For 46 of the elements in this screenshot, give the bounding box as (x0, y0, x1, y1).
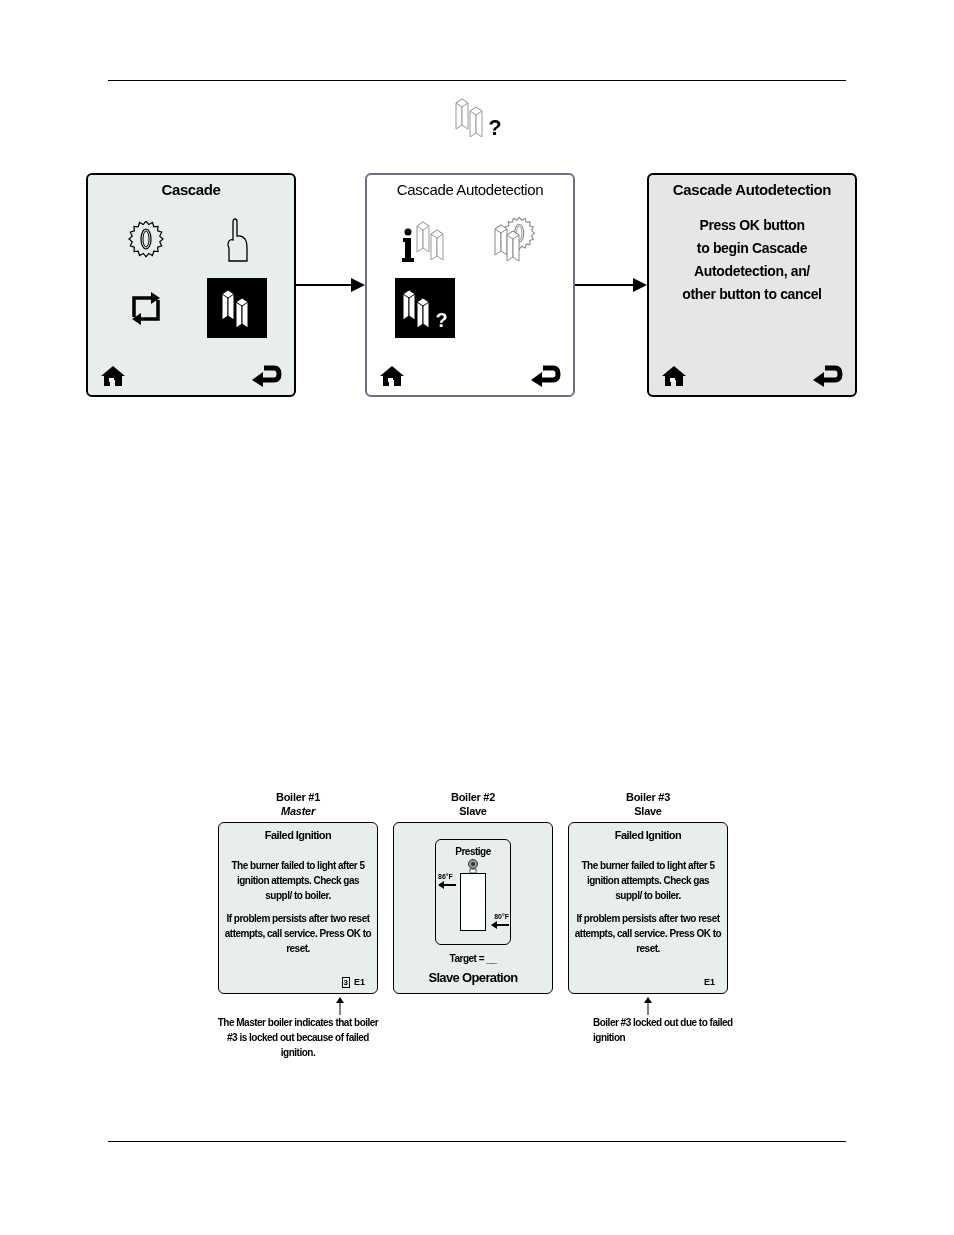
fault-message: If problem persists after two reset attempts, call service. Press OK to reset. (223, 911, 373, 956)
annotation: Boiler #3 locked out due to failed ignition (593, 1016, 733, 1045)
home-icon[interactable] (661, 365, 687, 387)
error-code: E1 (354, 975, 365, 989)
screen-title: Cascade (160, 180, 222, 200)
screen-title: Cascade Autodetection (671, 180, 833, 200)
cycle-arrows-icon (129, 290, 162, 325)
target-reading: Target = __ (449, 952, 497, 966)
boiler-name: Boiler #3 (626, 790, 670, 804)
back-icon[interactable] (529, 363, 561, 387)
boiler-drawing (460, 873, 486, 931)
question-mark: ? (435, 309, 448, 330)
menu-option[interactable] (206, 277, 267, 338)
pointing-hand-icon (224, 217, 249, 262)
boiler-role: Slave (459, 804, 487, 818)
boiler-role: Master (281, 804, 315, 818)
screen-title: Failed Ignition (614, 828, 682, 843)
menu-option[interactable]: ? (394, 277, 455, 338)
back-icon[interactable] (811, 363, 843, 387)
fault-message: If problem persists after two reset attempts, call service. Press OK to reset. (573, 911, 723, 956)
operation-mode: Slave Operation (428, 969, 518, 987)
screen-title: Cascade Autodetection (395, 180, 545, 200)
fault-message: The burner failed to light after 5 ignition attempts. Check gas suppl/ to boiler. (580, 858, 716, 903)
panel-title: Prestige (455, 845, 491, 859)
boiler-name: Boiler #2 (451, 790, 495, 804)
home-icon[interactable] (379, 365, 405, 387)
outlet-arrow (438, 881, 456, 889)
message-line: to begin Cascade (696, 238, 808, 258)
error-code: E1 (704, 975, 715, 989)
burner-icon (467, 859, 479, 873)
boiler-name: Boiler #1 (276, 790, 320, 804)
boiler-role: Slave (634, 804, 662, 818)
pointer-arrow (644, 997, 652, 1015)
locked-boiler-indicator: 3 (341, 976, 350, 988)
fault-message: The burner failed to light after 5 ignition attempts. Check gas suppl/ to boiler. (230, 858, 366, 903)
gear-icon (127, 220, 164, 259)
info-icon (400, 227, 415, 262)
message-line: Press OK button (699, 215, 805, 235)
message-line: other button to cancel (682, 284, 822, 304)
pointer-arrow (336, 997, 344, 1015)
message-line: Autodetection, an/ (694, 261, 810, 281)
screen-title: Failed Ignition (264, 828, 332, 843)
annotation: The Master boiler indicates that boiler #3 is locked out because of failed ignition. (216, 1016, 380, 1060)
back-icon[interactable] (250, 363, 282, 387)
question-mark: ? (488, 117, 502, 139)
home-icon[interactable] (100, 365, 126, 387)
